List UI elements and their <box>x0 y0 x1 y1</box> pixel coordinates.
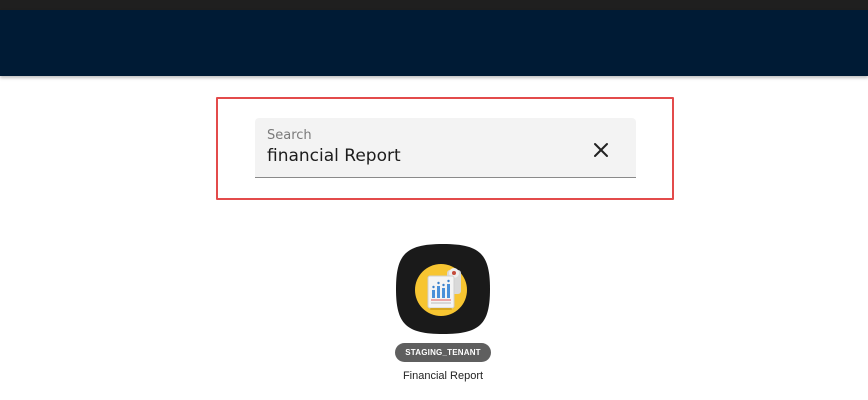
search-field[interactable]: Search <box>255 118 636 178</box>
close-icon <box>594 143 608 157</box>
app-header <box>0 10 868 76</box>
financial-report-icon[interactable] <box>394 242 492 336</box>
app-name[interactable]: Financial Report <box>380 370 506 382</box>
top-strip <box>0 0 868 10</box>
clear-search-button[interactable] <box>589 138 613 162</box>
search-input[interactable] <box>267 146 567 166</box>
search-label: Search <box>267 128 312 143</box>
tenant-badge: STAGING_TENANT <box>395 343 491 362</box>
app-tile-financial-report[interactable]: STAGING_TENANT Financial Report <box>380 240 506 390</box>
